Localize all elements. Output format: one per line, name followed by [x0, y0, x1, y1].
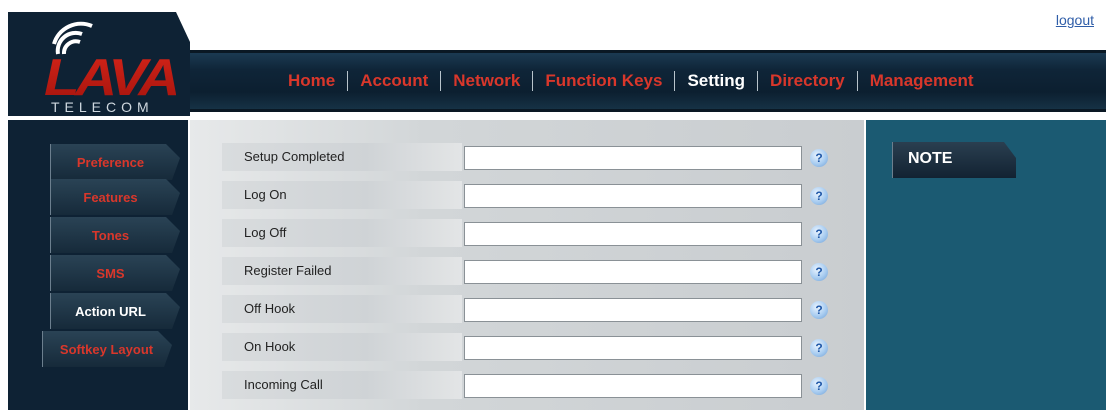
nav-item-account[interactable]: Account	[348, 69, 440, 93]
sidebar-item-label: Softkey Layout	[59, 341, 154, 357]
sidebar-item-softkey-layout[interactable]: Softkey Layout	[42, 331, 172, 367]
off-hook-input[interactable]	[464, 298, 802, 322]
log-on-input[interactable]	[464, 184, 802, 208]
incoming-call-input[interactable]	[464, 374, 802, 398]
help-icon[interactable]: ?	[810, 225, 828, 243]
log-off-input[interactable]	[464, 222, 802, 246]
help-icon[interactable]: ?	[810, 187, 828, 205]
sidebar-item-preference[interactable]: Preference	[50, 144, 180, 180]
sidebar-item-action-url[interactable]: Action URL	[50, 293, 180, 329]
form-row-off-hook: Off Hook ?	[190, 291, 864, 329]
form-row-on-hook: On Hook ?	[190, 329, 864, 367]
sidebar-item-features[interactable]: Features	[50, 179, 180, 215]
sidebar: Preference Features Tones SMS Action URL…	[8, 120, 188, 410]
form-row-setup-completed: Setup Completed ?	[190, 139, 864, 177]
action-url-form: Setup Completed ? Log On ? Log Off ? Reg…	[190, 120, 864, 410]
nav-item-network[interactable]: Network	[441, 69, 532, 93]
note-title: NOTE	[908, 150, 953, 167]
field-label: Incoming Call	[222, 371, 462, 399]
setup-completed-input[interactable]	[464, 146, 802, 170]
field-label: Register Failed	[222, 257, 462, 285]
sidebar-item-label: SMS	[96, 265, 125, 281]
nav-item-function-keys[interactable]: Function Keys	[533, 69, 674, 93]
register-failed-input[interactable]	[464, 260, 802, 284]
sidebar-item-tones[interactable]: Tones	[50, 217, 180, 253]
logo-wordmark: LAVA	[44, 49, 180, 107]
field-label: Log Off	[222, 219, 462, 247]
nav-item-directory[interactable]: Directory	[758, 69, 857, 93]
logo: LAVA TELECOM	[8, 12, 190, 116]
form-row-register-failed: Register Failed ?	[190, 253, 864, 291]
field-label: Log On	[222, 181, 462, 209]
sidebar-item-label: Features	[83, 189, 138, 205]
nav-item-management[interactable]: Management	[858, 69, 986, 93]
on-hook-input[interactable]	[464, 336, 802, 360]
help-icon[interactable]: ?	[810, 339, 828, 357]
nav-item-setting[interactable]: Setting	[675, 69, 757, 93]
sidebar-item-label: Action URL	[75, 303, 146, 319]
help-icon[interactable]: ?	[810, 263, 828, 281]
form-row-log-off: Log Off ?	[190, 215, 864, 253]
field-label: Setup Completed	[222, 143, 462, 171]
sidebar-item-label: Preference	[76, 154, 145, 170]
field-label: On Hook	[222, 333, 462, 361]
note-panel: NOTE	[866, 120, 1106, 410]
form-row-incoming-call: Incoming Call ?	[190, 367, 864, 405]
top-nav-bar: Home Account Network Function Keys Setti…	[190, 50, 1106, 112]
help-icon[interactable]: ?	[810, 301, 828, 319]
note-tab: NOTE	[892, 142, 1016, 178]
help-icon[interactable]: ?	[810, 149, 828, 167]
sidebar-item-label: Tones	[91, 227, 130, 243]
nav-item-home[interactable]: Home	[276, 69, 347, 93]
top-nav-menu: Home Account Network Function Keys Setti…	[276, 69, 986, 93]
help-icon[interactable]: ?	[810, 377, 828, 395]
field-label: Off Hook	[222, 295, 462, 323]
sidebar-item-sms[interactable]: SMS	[50, 255, 180, 291]
form-row-log-on: Log On ?	[190, 177, 864, 215]
logo-subtext: TELECOM	[51, 99, 154, 115]
logout-link[interactable]: logout	[1056, 12, 1094, 28]
header: LAVA TELECOM logout Home Account Network…	[0, 0, 1106, 118]
